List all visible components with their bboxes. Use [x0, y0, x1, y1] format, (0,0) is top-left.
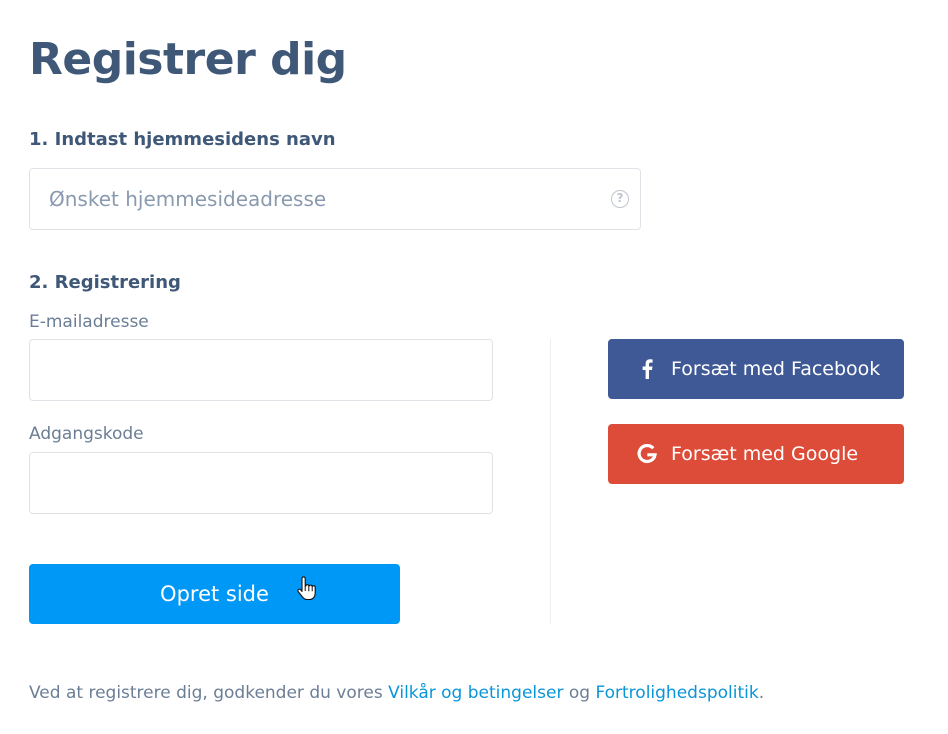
terms-link[interactable]: Vilkår og betingelser — [388, 683, 563, 703]
terms-prefix: Ved at registrere dig, godkender du vore… — [29, 683, 389, 703]
facebook-icon — [636, 358, 658, 380]
google-icon — [636, 443, 658, 465]
facebook-button-label: Forsæt med Facebook — [671, 358, 881, 380]
step-2-heading: 2. Registrering — [29, 272, 181, 293]
google-button-label: Forsæt med Google — [671, 443, 859, 465]
site-address-field: ? — [29, 168, 641, 230]
password-label: Adgangskode — [29, 424, 144, 444]
site-address-input[interactable] — [30, 169, 609, 229]
create-site-button[interactable]: Opret side — [29, 564, 400, 624]
email-label: E-mailadresse — [29, 312, 149, 332]
terms-middle: og — [563, 683, 596, 703]
column-divider — [550, 339, 551, 624]
question-circle-icon[interactable]: ? — [611, 190, 629, 208]
privacy-link[interactable]: Fortrolighedspolitik — [595, 683, 758, 703]
facebook-login-button[interactable]: Forsæt med Facebook — [608, 339, 904, 399]
terms-suffix: . — [758, 683, 765, 703]
email-field[interactable] — [29, 339, 493, 401]
step-1-heading: 1. Indtast hjemmesidens navn — [29, 129, 336, 150]
terms-notice: Ved at registrere dig, godkender du vore… — [29, 682, 764, 704]
password-field[interactable] — [29, 452, 493, 514]
hand-pointer-icon — [297, 576, 316, 601]
google-login-button[interactable]: Forsæt med Google — [608, 424, 904, 484]
page-title: Registrer dig — [29, 34, 347, 85]
